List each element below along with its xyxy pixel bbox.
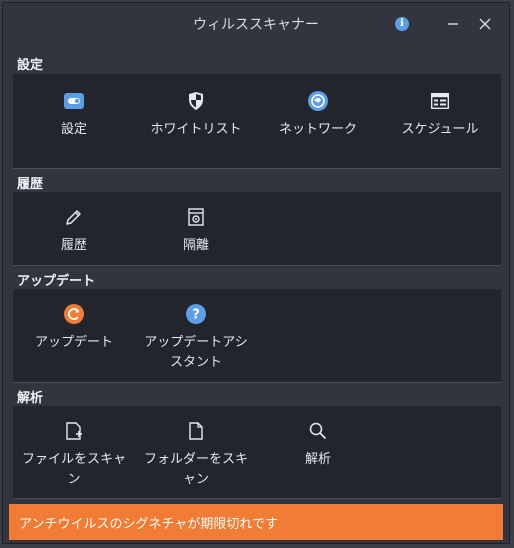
schedule-label: スケジュール [401,122,479,137]
minimize-icon[interactable] [443,14,463,34]
history-label: 履歴 [60,238,87,253]
magnifier-icon [307,420,329,442]
globe-icon [307,90,329,112]
scan-folder-button[interactable]: フォルダーをスキャン [135,420,257,490]
document-icon [185,420,207,442]
section-title-history: 履歴 [17,177,44,192]
title-bar[interactable]: ウィルススキャナー i [3,3,509,45]
section-title-analysis: 解析 [17,391,44,406]
network-label: ネットワーク [278,122,357,137]
analyze-button[interactable]: 解析 [257,420,379,470]
quarantine-button[interactable]: 隔離 [135,206,257,256]
status-banner-text: アンチウイルスのシグネチャが期限切れです [19,516,278,532]
status-banner[interactable]: アンチウイルスのシグネチャが期限切れです [9,504,503,540]
settings-button[interactable]: 設定 [13,90,135,140]
section-title-update: アップデート [17,274,96,289]
scan-file-button[interactable]: ファイルをスキャン [13,420,135,490]
close-icon[interactable] [475,14,495,34]
settings-label: 設定 [60,122,87,137]
help-icon: ? [185,303,207,325]
update-assistant-button[interactable]: ? アップデートアシスタント [135,303,257,373]
scan-folder-label: フォルダーをスキャン [143,452,248,487]
analyze-label: 解析 [304,452,331,467]
network-button[interactable]: ネットワーク [257,90,379,140]
whitelist-button[interactable]: ホワイトリスト [135,90,257,140]
update-panel: アップデート ? アップデートアシスタント [13,289,501,383]
file-add-icon [63,420,85,442]
history-panel: 履歴 隔離 [13,192,501,266]
toggle-icon [63,90,85,112]
schedule-button[interactable]: スケジュール [379,90,501,140]
update-button[interactable]: アップデート [13,303,135,353]
quarantine-label: 隔離 [182,238,209,253]
settings-panel: 設定 ホワイトリスト ネットワーク スケジュール [13,74,501,169]
quarantine-icon [185,206,207,228]
update-assistant-label: アップデートアシスタント [144,335,248,370]
analysis-panel: ファイルをスキャン フォルダーをスキャン 解析 [13,406,501,499]
whitelist-label: ホワイトリスト [150,122,242,137]
shield-icon [185,90,207,112]
svg-text:?: ? [192,308,200,323]
calendar-icon [429,90,451,112]
section-title-settings: 設定 [17,58,44,73]
scan-file-label: ファイルをスキャン [21,452,126,487]
refresh-icon [63,303,85,325]
info-icon[interactable]: i [392,14,412,34]
history-button[interactable]: 履歴 [13,206,135,256]
pencil-icon [63,206,85,228]
virus-scanner-window: ウィルススキャナー i 設定 設定 ホワイトリスト ネットワーク スケジュール … [2,2,510,544]
window-title: ウィルススキャナー [193,17,319,33]
update-label: アップデート [34,335,113,350]
